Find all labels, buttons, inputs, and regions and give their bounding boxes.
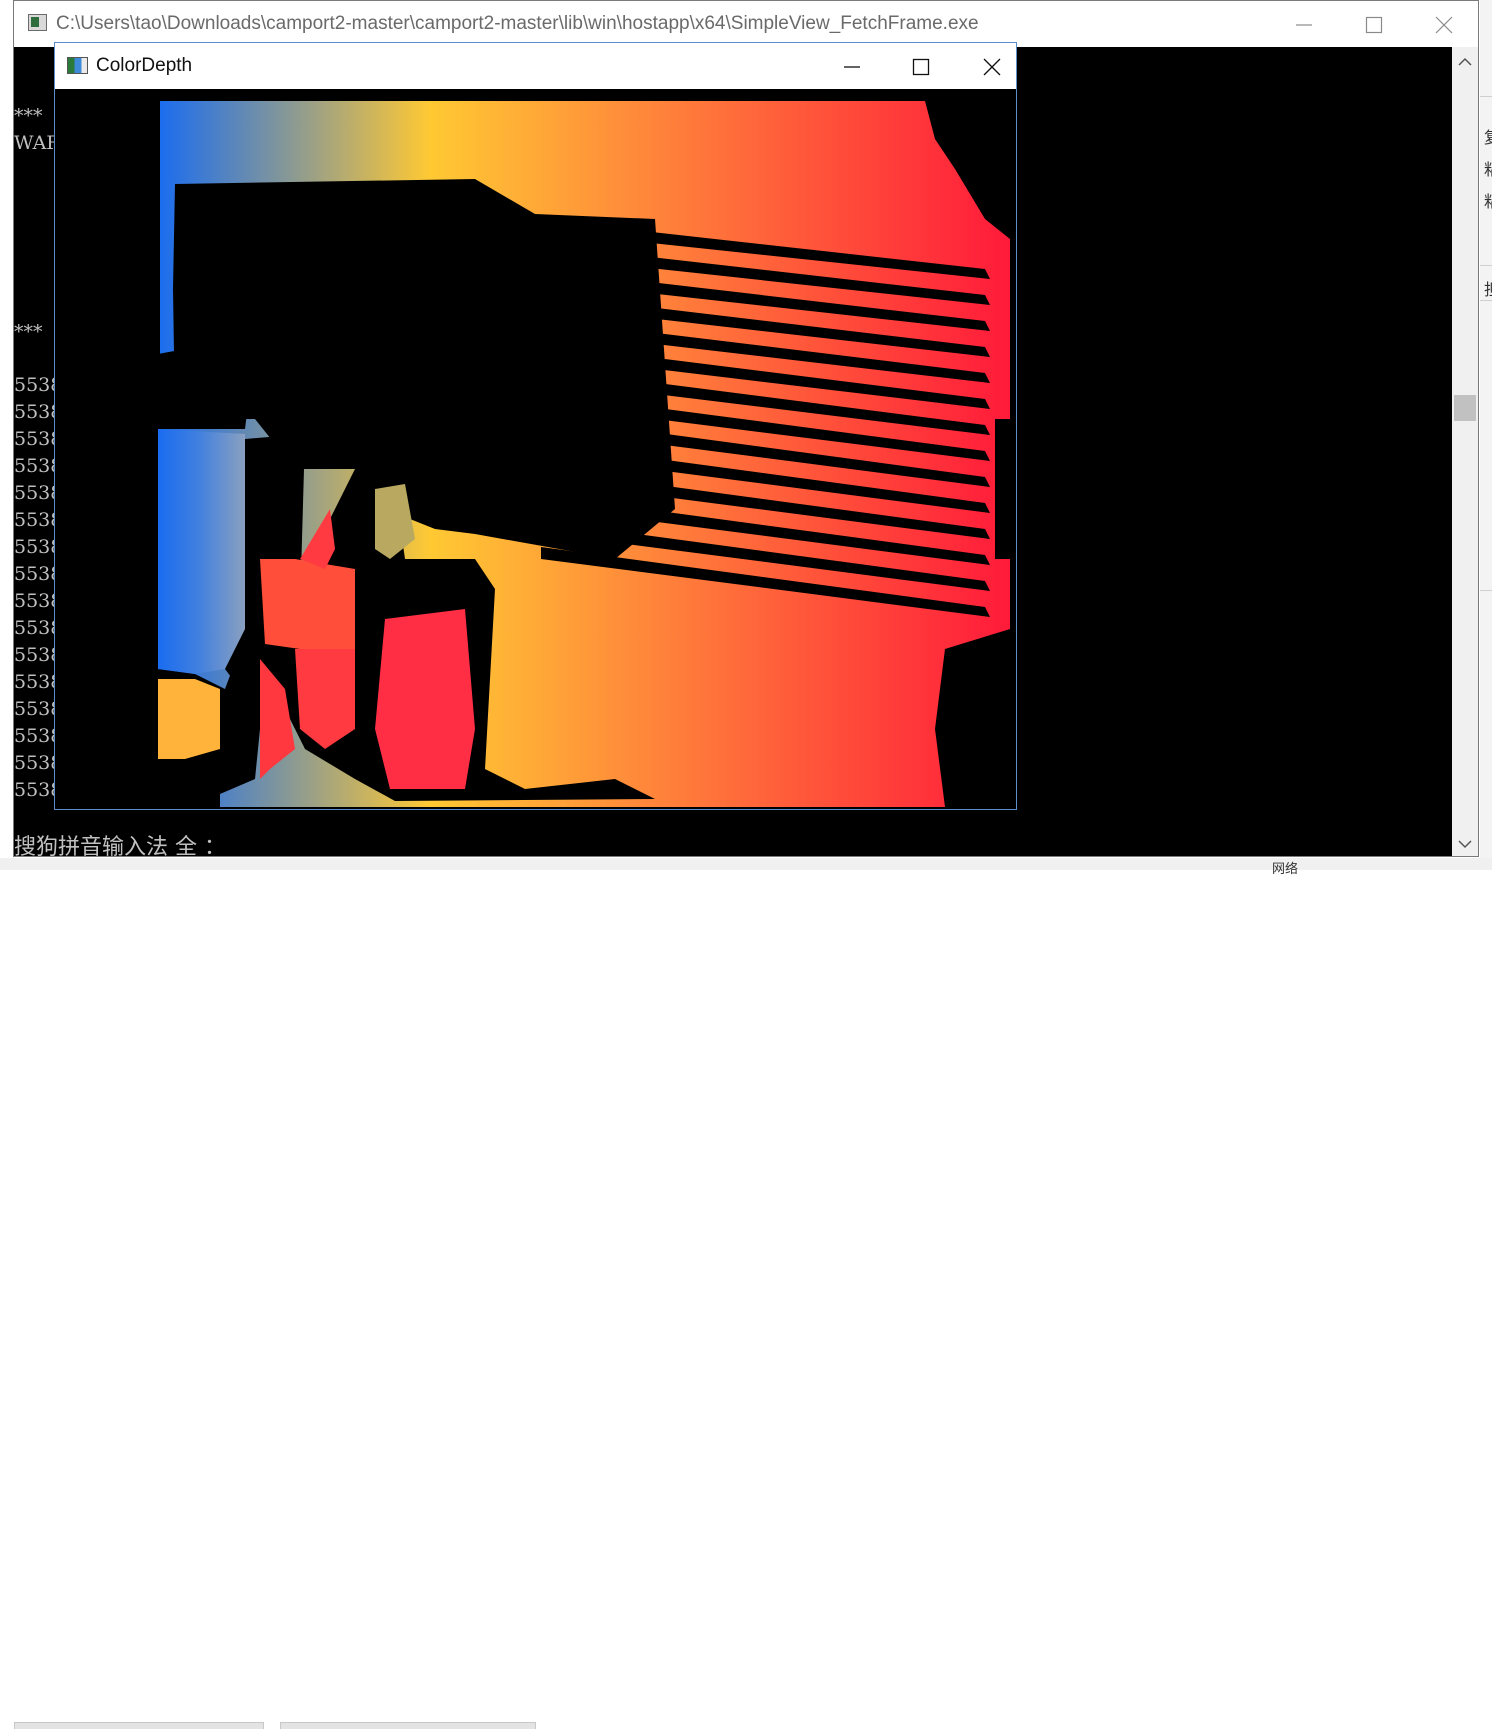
maximize-icon [1365, 16, 1383, 34]
divider [1480, 300, 1492, 301]
console-title: C:\Users\tao\Downloads\camport2-master\c… [56, 13, 979, 34]
background-text: 粘 [1484, 156, 1492, 180]
colordepth-app-icon [67, 57, 88, 74]
colordepth-maximize-button[interactable] [886, 43, 956, 89]
background-text: 粘 [1484, 188, 1492, 212]
colordepth-window: ColorDepth [54, 42, 1017, 810]
minimize-icon [1296, 24, 1312, 26]
depth-object [375, 609, 475, 789]
divider [1480, 265, 1492, 266]
background-text: 复 [1484, 124, 1492, 148]
divider [1480, 96, 1492, 97]
maximize-icon [912, 58, 930, 76]
scroll-up-icon[interactable] [1458, 55, 1472, 69]
console-app-icon [28, 14, 47, 31]
close-icon [983, 58, 1001, 76]
console-minimize-button[interactable] [1270, 1, 1340, 47]
depth-object [260, 559, 355, 654]
scroll-down-icon[interactable] [1458, 837, 1472, 851]
divider [1480, 590, 1492, 591]
colordepth-minimize-button[interactable] [817, 43, 887, 89]
network-label[interactable]: 网络 [1272, 858, 1298, 877]
console-line: *** [14, 105, 43, 127]
minimize-icon [844, 66, 860, 68]
background-window-strip: 复 粘 粘 担 [1480, 0, 1492, 870]
close-icon [1435, 16, 1453, 34]
near-object [158, 429, 245, 674]
depth-map-image [158, 101, 1010, 809]
depth-image-canvas [55, 89, 1016, 809]
background-tab[interactable] [280, 1722, 536, 1729]
colordepth-close-button[interactable] [957, 43, 1027, 89]
scrollbar-thumb[interactable] [1454, 395, 1476, 421]
console-close-button[interactable] [1410, 1, 1480, 47]
console-titlebar[interactable]: C:\Users\tao\Downloads\camport2-master\c… [14, 1, 1478, 47]
near-object [158, 679, 220, 759]
colordepth-title: ColorDepth [96, 55, 193, 76]
colordepth-titlebar[interactable]: ColorDepth [55, 43, 1016, 89]
console-maximize-button[interactable] [1340, 1, 1410, 47]
background-text: 担 [1484, 276, 1492, 300]
console-line: *** [14, 321, 43, 343]
background-tab[interactable] [14, 1722, 264, 1729]
console-scrollbar[interactable] [1452, 47, 1478, 856]
ime-status-text: 搜狗拼音输入法 全 ： [14, 835, 226, 860]
